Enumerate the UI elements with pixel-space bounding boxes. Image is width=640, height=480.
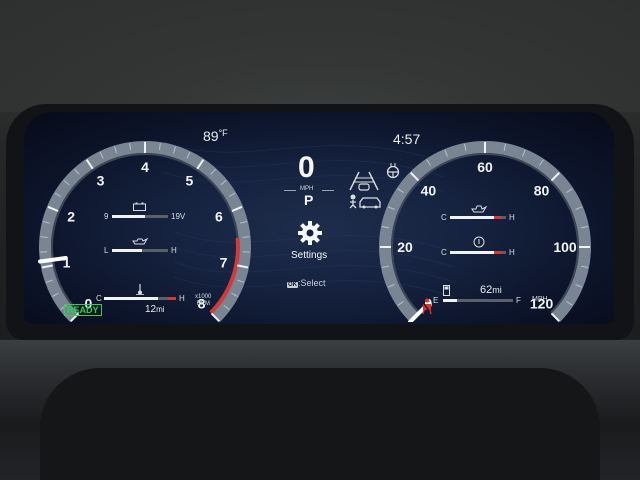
coolant-bar-fill <box>104 297 158 300</box>
transmission-temp-icon <box>471 205 488 213</box>
gauge-label: 100 <box>553 239 577 255</box>
trans-temp-hot-label: H <box>509 213 515 222</box>
battery-bar-fill <box>112 215 145 218</box>
clock: 4:57 <box>393 131 421 147</box>
trans-temp-red-zone <box>494 216 502 219</box>
differential-temp-icon <box>473 236 485 248</box>
range-right: 62mi <box>480 284 502 296</box>
settings-label[interactable]: Settings <box>291 250 327 261</box>
ready-badge: READY <box>64 304 102 316</box>
range-right-unit: mi <box>492 285 502 295</box>
diff-temp-cold-label: C <box>441 248 447 257</box>
temperature-value: 89 <box>203 128 219 144</box>
battery-bar <box>112 215 168 218</box>
gauge-label: 4 <box>141 159 149 175</box>
gauge-label: 7 <box>220 255 228 271</box>
coolant-red-zone <box>168 297 176 300</box>
temperature-unit: °F <box>218 128 228 138</box>
coolant-cold-label: C <box>96 294 102 303</box>
gauge-label: 2 <box>67 208 75 224</box>
oil-low-label: L <box>104 246 109 255</box>
diff-temp-red-zone <box>494 251 502 254</box>
fuel-pump-icon <box>443 285 450 296</box>
windshield-hood-area <box>0 0 640 112</box>
seatbelt-warning-icon <box>422 298 432 314</box>
rpm-unit-multiplier: x1000 <box>195 294 212 300</box>
steering-column-shroud <box>40 368 600 480</box>
fuel-full-label: F <box>516 296 521 305</box>
trans-temp-bar <box>450 216 506 219</box>
battery-min-label: 9 <box>104 212 109 221</box>
minor-tick <box>40 236 48 238</box>
trans-temp-bar-fill <box>450 216 494 219</box>
speed-readout: 0 <box>298 151 315 184</box>
speed-unit-label: MPH <box>532 296 548 303</box>
gauge-label: 40 <box>421 182 437 198</box>
gauge-label: 6 <box>215 208 223 224</box>
select-hint: OK:Select <box>287 278 326 288</box>
diff-temp-bar-fill <box>450 251 494 254</box>
fuel-bar-fill <box>443 299 457 302</box>
oil-can-icon <box>132 237 149 245</box>
gear-indicator: P <box>304 192 314 208</box>
speed-unit-line-right <box>322 190 334 191</box>
steering-wheel-icon <box>386 163 400 179</box>
battery-icon <box>133 202 146 211</box>
diff-temp-hot-label: H <box>509 248 515 257</box>
gauge-label: 5 <box>186 172 194 188</box>
speed-unit-line-left <box>284 190 296 191</box>
gauge-label: 20 <box>397 239 413 255</box>
settings-gear-icon[interactable] <box>297 220 323 246</box>
rpm-unit-label: RPM <box>196 301 210 307</box>
lane-assist-icon <box>349 171 379 191</box>
coolant-thermometer-icon <box>136 284 144 295</box>
fuel-bar <box>443 299 513 302</box>
gauge-label: 3 <box>97 172 105 188</box>
gauge-label: 80 <box>534 182 550 198</box>
oil-bar <box>112 249 168 252</box>
range-right-value: 62 <box>480 284 493 296</box>
range-left-value: 12 <box>145 304 157 315</box>
minor-tick <box>242 236 250 238</box>
coolant-hot-label: H <box>179 294 185 303</box>
range-left-unit: mi <box>156 305 165 314</box>
fuel-empty-label: E <box>433 296 439 305</box>
outside-temperature: 89°F <box>203 128 228 144</box>
ok-button-badge: OK <box>287 282 298 288</box>
tachometer-gauge: 012345678 <box>37 141 251 322</box>
rpm-unit: x1000 RPM <box>195 294 211 308</box>
battery-max-label: 19V <box>171 212 186 221</box>
oil-bar-fill <box>112 249 142 252</box>
trans-temp-cold-label: C <box>441 213 447 222</box>
pre-collision-icon <box>349 194 381 209</box>
oil-high-label: H <box>171 246 177 255</box>
select-hint-text: :Select <box>298 278 326 288</box>
diff-temp-bar <box>450 251 506 254</box>
gauge-label: 60 <box>477 159 493 175</box>
range-left: 12mi <box>145 304 165 315</box>
coolant-bar <box>104 297 176 300</box>
